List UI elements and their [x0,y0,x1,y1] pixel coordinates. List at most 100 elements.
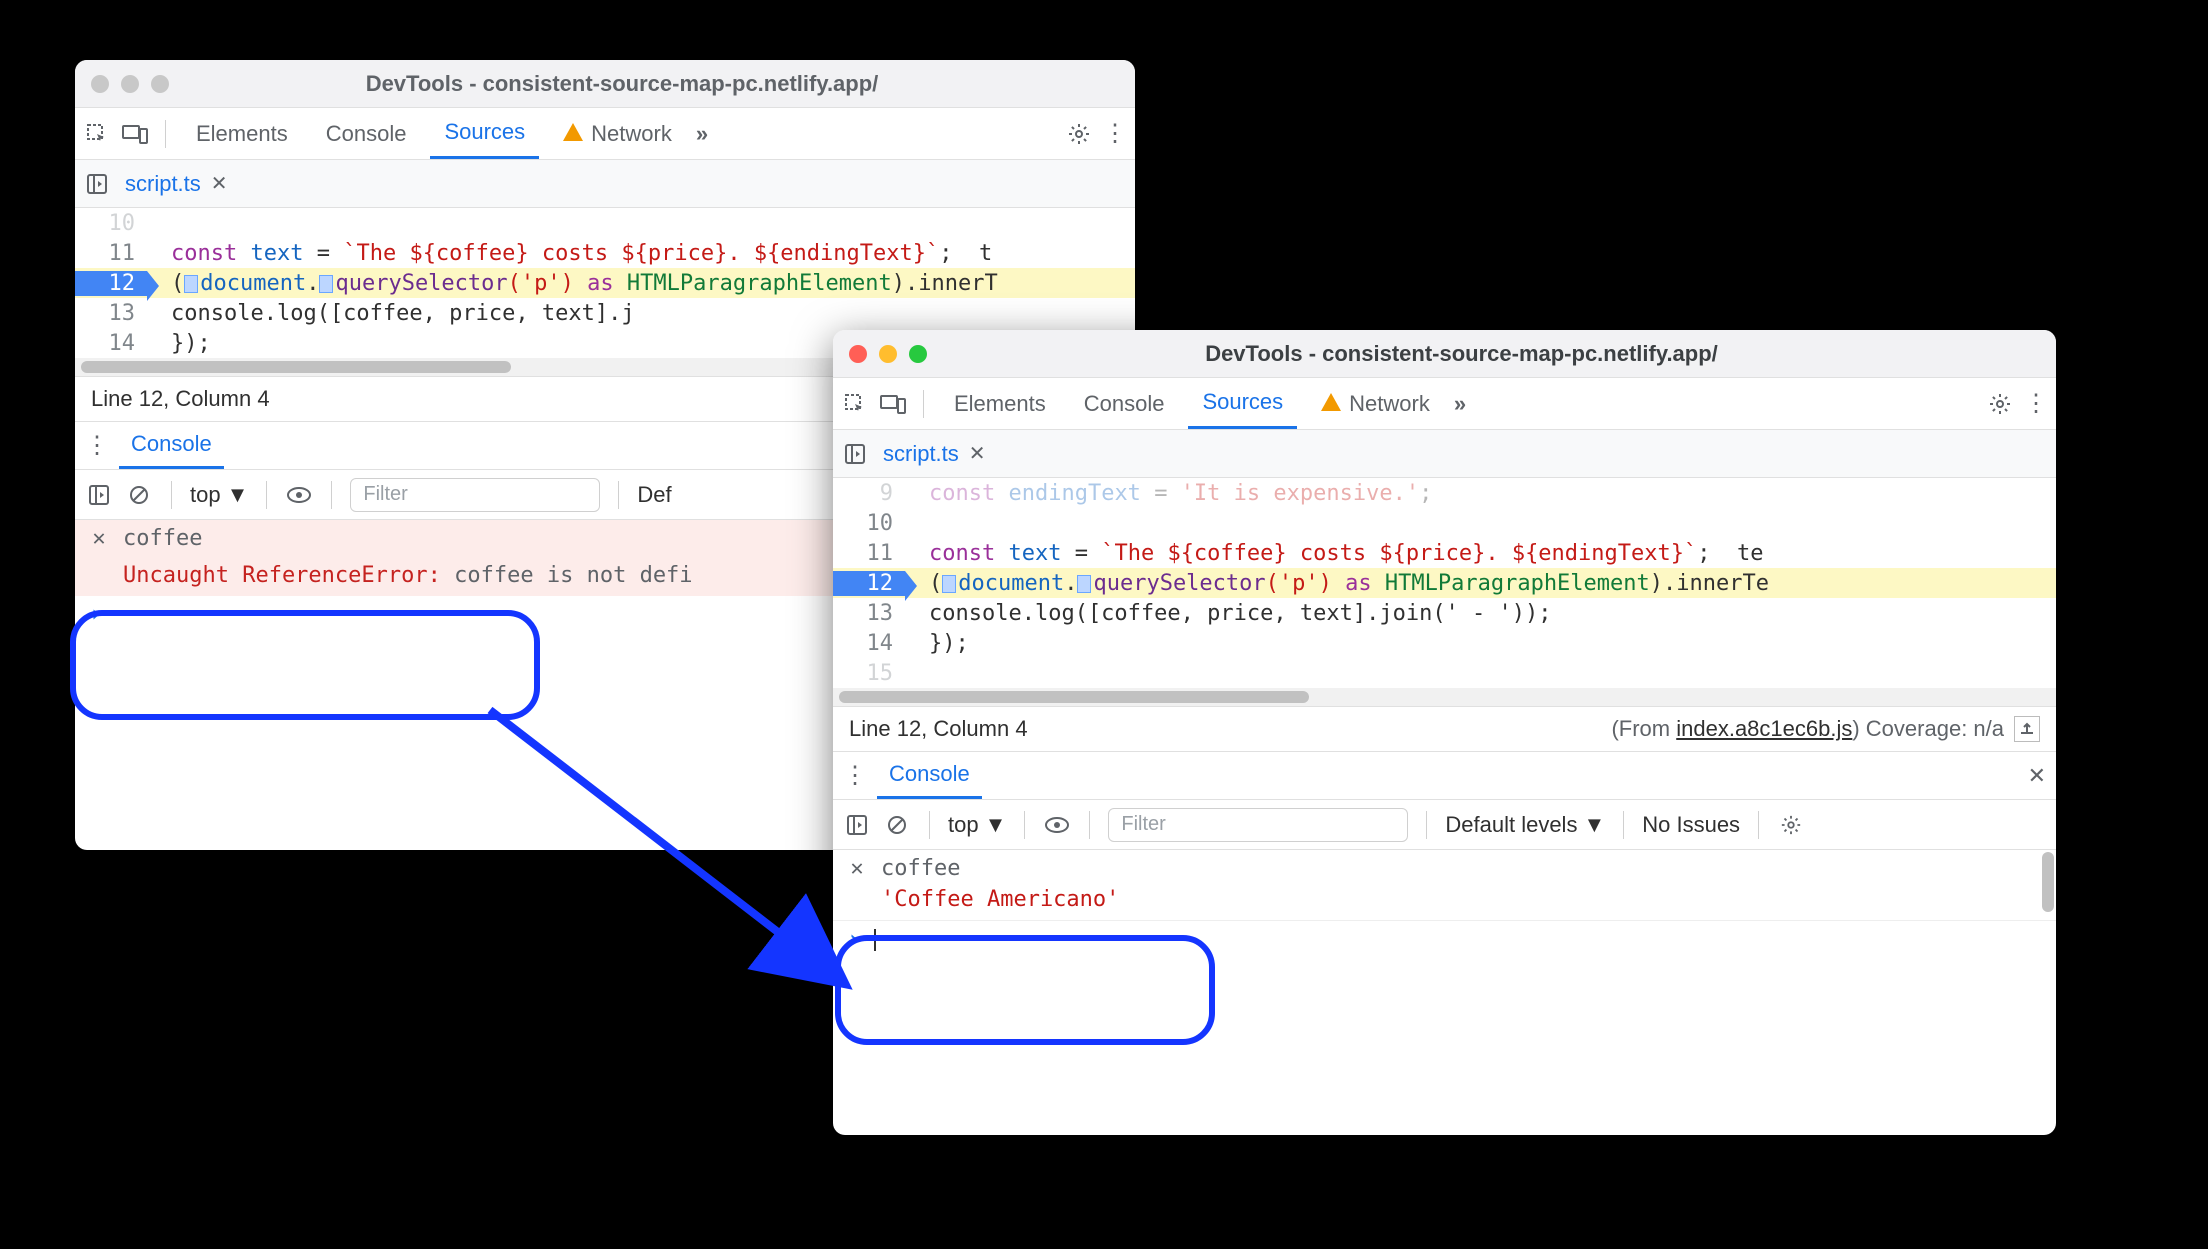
separator [1426,811,1427,839]
line-number: 11 [833,541,905,566]
levels-selector[interactable]: Default levels▼ [1445,812,1605,838]
tab-network[interactable]: Network [1307,378,1444,429]
devtools-window-after: DevTools - consistent-source-map-pc.netl… [833,330,2056,1135]
titlebar: DevTools - consistent-source-map-pc.netl… [833,330,2056,378]
line-number: 11 [75,241,147,266]
drawer-menu-icon[interactable]: ⋮ [843,761,867,790]
toggle-navigator-icon[interactable] [841,440,869,468]
line-number: 13 [833,601,905,626]
inspect-icon[interactable] [841,390,869,418]
traffic-minimize[interactable] [879,345,897,363]
more-tabs-icon[interactable]: » [696,121,708,147]
chevron-right-icon: › [89,602,102,627]
line-number: 14 [833,631,905,656]
clear-console-icon[interactable] [883,811,911,839]
horizontal-scrollbar[interactable] [833,688,2056,706]
device-toggle-icon[interactable] [879,390,907,418]
separator [618,481,619,509]
filter-input[interactable]: Filter [350,478,600,512]
line-number: 13 [75,301,147,326]
separator [331,481,332,509]
settings-icon[interactable] [1065,120,1093,148]
close-icon[interactable]: ✕ [847,856,867,881]
console-settings-icon[interactable] [1777,811,1805,839]
close-icon[interactable]: ✕ [211,171,228,196]
kebab-menu-icon[interactable]: ⋮ [2024,389,2048,418]
hint-icon [319,275,333,293]
coverage-toggle-icon[interactable] [2014,716,2040,742]
separator [1758,811,1759,839]
separator [1623,811,1624,839]
status-bar: Line 12, Column 4 (From index.a8c1ec6b.j… [833,706,2056,752]
clear-console-icon[interactable] [125,481,153,509]
vertical-scrollbar[interactable] [2042,852,2054,1133]
device-toggle-icon[interactable] [121,120,149,148]
filter-placeholder: Filter [1121,813,1165,836]
file-tab-script[interactable]: script.ts ✕ [869,441,1000,467]
console-entry: ✕ coffee [833,850,2056,887]
sourcemap-link[interactable]: index.a8c1ec6b.js [1676,716,1852,741]
toggle-sidebar-icon[interactable] [85,481,113,509]
code-line: }); [147,331,211,356]
console-prompt[interactable]: › [833,920,2056,958]
traffic-minimize[interactable] [121,75,139,93]
hint-icon [184,275,198,293]
issues-button[interactable]: No Issues [1642,812,1740,838]
hint-icon [942,575,956,593]
warning-icon [1321,393,1341,411]
code-editor[interactable]: 9 const endingText = 'It is expensive.';… [833,478,2056,706]
window-title: DevTools - consistent-source-map-pc.netl… [185,71,1059,97]
console-output[interactable]: ✕ coffee 'Coffee Americano' › [833,850,2056,1135]
drawer-tab-console[interactable]: Console [877,752,982,799]
file-tab-script[interactable]: script.ts ✕ [111,171,242,197]
titlebar: DevTools - consistent-source-map-pc.netl… [75,60,1135,108]
kebab-menu-icon[interactable]: ⋮ [1103,119,1127,148]
hint-icon [1077,575,1091,593]
tab-network[interactable]: Network [549,108,686,159]
console-input-echo: coffee [881,856,960,881]
context-selector[interactable]: top▼ [948,812,1006,838]
tab-elements[interactable]: Elements [182,108,302,159]
levels-selector[interactable]: Def [637,482,671,508]
traffic-zoom[interactable] [909,345,927,363]
settings-icon[interactable] [1986,390,2014,418]
window-title: DevTools - consistent-source-map-pc.netl… [943,341,1980,367]
close-icon[interactable]: ✕ [969,441,986,466]
line-number-current: 12 [75,271,147,296]
traffic-zoom[interactable] [151,75,169,93]
file-tab-label: script.ts [883,441,959,467]
console-result: 'Coffee Americano' [833,887,2056,920]
more-tabs-icon[interactable]: » [1454,391,1466,417]
inspect-icon[interactable] [83,120,111,148]
close-drawer-icon[interactable]: ✕ [2028,763,2046,789]
line-number: 14 [75,331,147,356]
file-tab-strip: script.ts ✕ [75,160,1135,208]
code-line: const text = `The ${coffee} costs ${pric… [147,241,992,266]
source-map-info: (From index.a8c1ec6b.js) Coverage: n/a [1611,716,2004,742]
tab-network-label: Network [591,121,672,147]
drawer-menu-icon[interactable]: ⋮ [85,431,109,460]
tab-console[interactable]: Console [312,108,421,159]
tab-sources[interactable]: Sources [430,108,539,159]
traffic-close[interactable] [91,75,109,93]
context-selector[interactable]: top▼ [190,482,248,508]
code-line: console.log([coffee, price, text].j [147,301,635,326]
tab-elements[interactable]: Elements [940,378,1060,429]
tab-sources[interactable]: Sources [1188,378,1297,429]
toggle-navigator-icon[interactable] [83,170,111,198]
tab-console[interactable]: Console [1070,378,1179,429]
line-number: 15 [833,661,905,686]
close-icon[interactable]: ✕ [89,526,109,551]
chevron-right-icon: › [847,927,860,952]
live-expression-icon[interactable] [285,481,313,509]
line-number-current: 12 [833,571,905,596]
code-line: const endingText = 'It is expensive.'; [905,481,1432,506]
console-input-echo: coffee [123,526,202,551]
toggle-sidebar-icon[interactable] [843,811,871,839]
live-expression-icon[interactable] [1043,811,1071,839]
separator [929,811,930,839]
drawer-tab-console[interactable]: Console [119,422,224,469]
filter-input[interactable]: Filter [1108,808,1408,842]
traffic-lights [91,75,169,93]
traffic-close[interactable] [849,345,867,363]
